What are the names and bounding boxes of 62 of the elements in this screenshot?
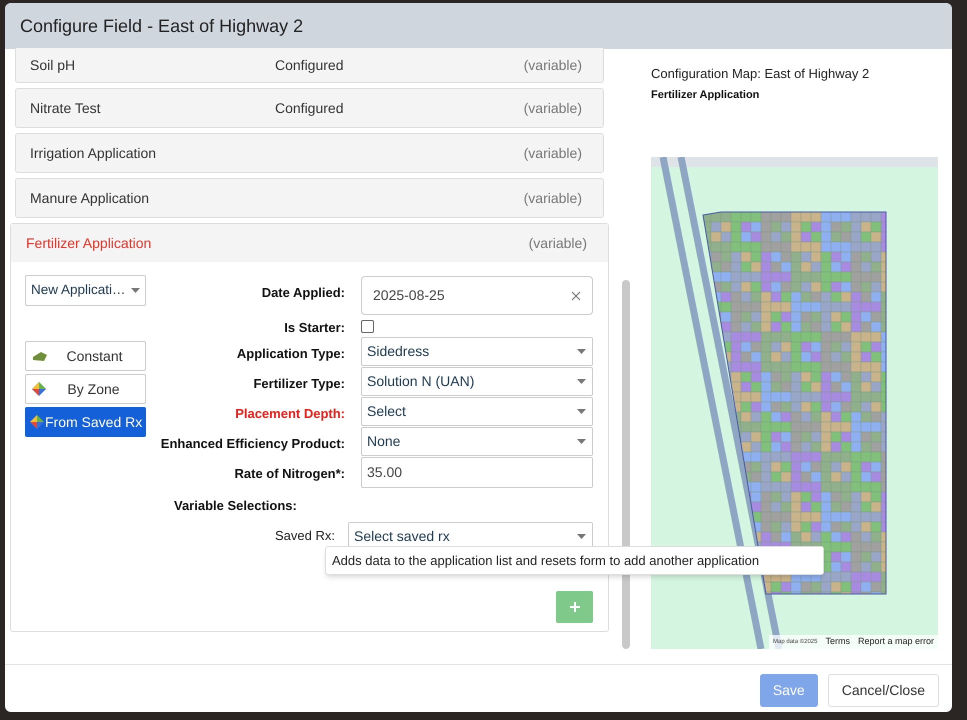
cancel-button[interactable]: Cancel/Close — [828, 674, 939, 707]
caret-icon — [577, 349, 586, 354]
caret-icon — [577, 379, 586, 384]
field-label: Saved Rx: — [274, 526, 335, 544]
select-field[interactable]: Select — [361, 397, 593, 426]
section-name: Fertilizer Application — [26, 234, 152, 253]
date-field[interactable]: 2025-08-25 — [361, 276, 593, 315]
method-button[interactable]: Constant — [25, 341, 146, 371]
section-row[interactable]: Soil pH Configured (variable) — [15, 48, 604, 83]
field-label: Date Applied: — [260, 284, 345, 302]
section-name: Irrigation Application — [30, 144, 158, 163]
variable-selections-label: Variable Selections: — [174, 497, 298, 515]
map-subtitle: Fertilizer Application — [651, 88, 760, 102]
field-label: Enhanced Efficiency Product: — [160, 435, 345, 453]
tooltip: Adds data to the application list and resets form to add another application — [325, 546, 824, 575]
method-button[interactable]: From Saved Rx — [25, 407, 146, 437]
select-value: Sidedress — [367, 342, 430, 361]
select-field[interactable]: None — [361, 427, 593, 456]
field-label: Placement Depth: — [234, 405, 345, 423]
select-field[interactable]: Solution N (UAN) — [361, 367, 593, 396]
window-title: Configure Field - East of Highway 2 — [20, 14, 304, 38]
starter-checkbox[interactable] — [361, 320, 374, 333]
select-value: Select — [367, 402, 406, 421]
caret-icon — [577, 439, 586, 444]
select-field[interactable]: Sidedress — [361, 337, 593, 366]
date-value: 2025-08-25 — [373, 286, 445, 305]
plus-icon — [568, 600, 580, 612]
section-status: Configured — [275, 56, 344, 75]
zone-diamond-icon — [32, 382, 46, 396]
section-name: Nitrate Test — [30, 98, 102, 118]
section-row[interactable]: Nitrate Test Configured (variable) — [15, 88, 604, 128]
field-label: Application Type: — [236, 345, 345, 363]
method-button[interactable]: By Zone — [25, 374, 146, 404]
field-label: Is Starter: — [283, 319, 345, 336]
select-value: None — [367, 432, 400, 451]
section-mode: (variable) — [528, 234, 587, 253]
map-link[interactable]: Report a map error — [858, 635, 934, 649]
section-name: Manure Application — [30, 188, 150, 208]
caret-icon — [131, 288, 140, 293]
section-mode: (variable) — [524, 56, 582, 75]
input-field[interactable]: 35.00 — [361, 457, 593, 488]
section-row[interactable]: Manure Application (variable) — [15, 178, 604, 218]
section-mode: (variable) — [524, 98, 582, 118]
caret-icon — [577, 409, 586, 414]
field-label: Rate of Nitrogen*: — [234, 465, 345, 483]
section-mode: (variable) — [524, 188, 582, 208]
section-mode: (variable) — [524, 144, 582, 163]
section-status: Configured — [275, 98, 344, 118]
map-link[interactable]: Terms — [825, 635, 850, 649]
section-name: Soil pH — [30, 56, 76, 75]
select-value: Select saved rx — [354, 526, 450, 546]
caret-icon — [577, 534, 586, 538]
application-select[interactable]: New Applicati… — [25, 275, 146, 306]
field-label: Fertilizer Type: — [252, 375, 345, 393]
zone-diamond-icon — [30, 415, 44, 429]
field-shape-icon — [32, 350, 48, 362]
clear-icon[interactable] — [571, 290, 581, 300]
section-row[interactable]: Irrigation Application (variable) — [15, 133, 604, 173]
select-value: Solution N (UAN) — [367, 372, 474, 391]
map-title: Configuration Map: East of Highway 2 — [651, 65, 870, 83]
section-header[interactable]: Fertilizer Application (variable) — [11, 224, 608, 262]
select-value: New Applicati… — [31, 281, 126, 300]
